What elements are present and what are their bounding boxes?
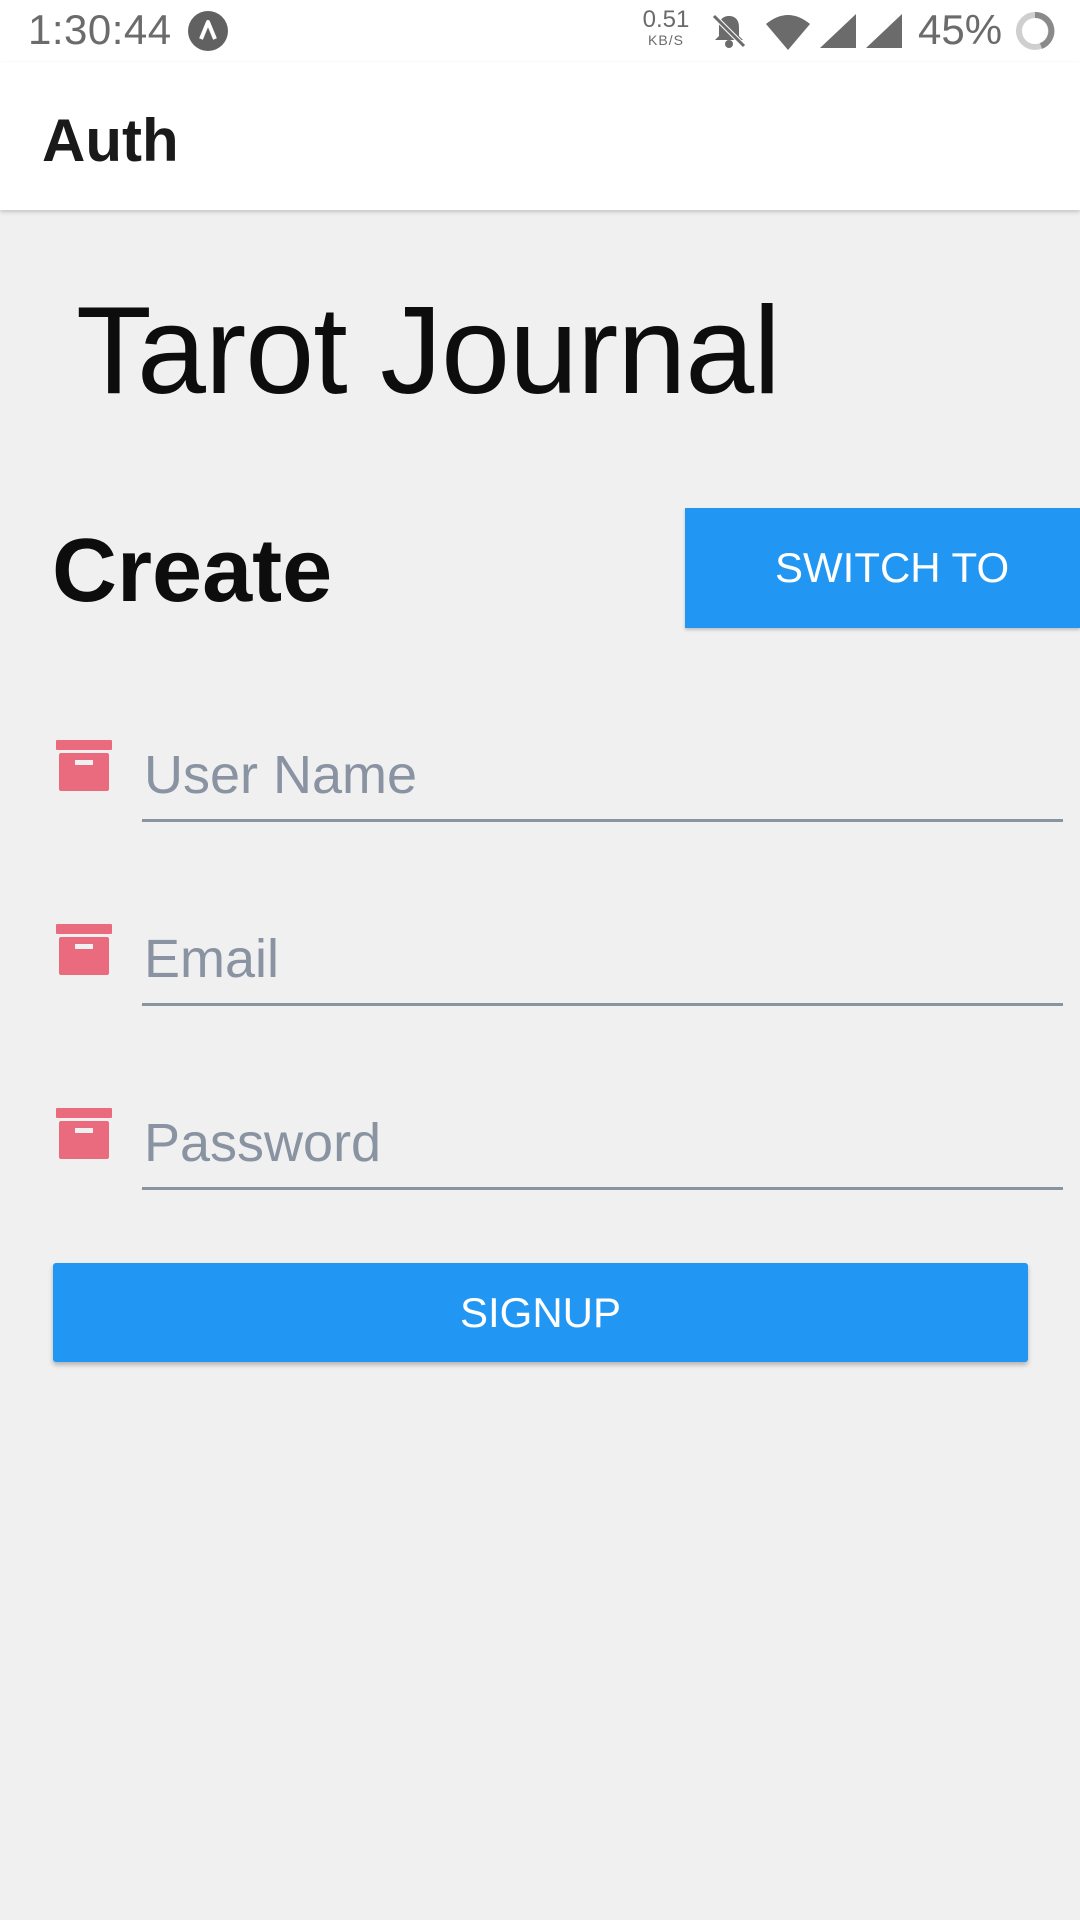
password-input[interactable] [142,1098,1063,1190]
status-bar: 1:30:44 0.51 KB/S 45% [0,0,1080,62]
battery-icon [1014,10,1056,57]
switch-mode-button[interactable]: SWITCH TO [685,508,1080,628]
archive-icon [56,924,112,976]
app-bar-title: Auth [42,107,179,174]
battery-percent: 45% [918,6,1003,53]
cell-signal-icon [818,12,858,55]
archive-icon [56,1108,112,1160]
email-input[interactable] [142,914,1063,1006]
signup-button[interactable]: SIGNUP [53,1263,1028,1362]
network-speed-value: 0.51 [642,6,690,33]
cell-signal-icon-2 [864,12,904,55]
notifications-muted-icon [708,10,750,57]
notification-app-icon [188,11,228,51]
network-speed-unit: KB/S [648,32,684,48]
username-input[interactable] [142,730,1063,822]
app-bar: Auth [0,62,1080,210]
username-field-row [0,730,1080,840]
status-time: 1:30:44 [28,6,172,53]
email-field-row [0,914,1080,1024]
archive-icon [56,740,112,792]
network-speed: 0.51 KB/S [640,6,692,49]
wifi-icon [764,12,812,57]
app-title: Tarot Journal [76,282,781,420]
form-heading: Create [52,521,333,621]
password-field-row [0,1098,1080,1208]
